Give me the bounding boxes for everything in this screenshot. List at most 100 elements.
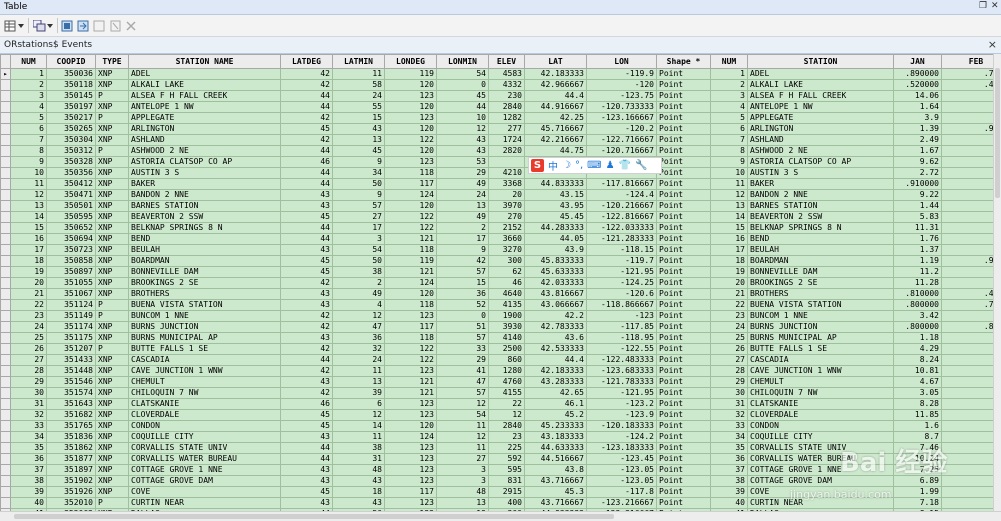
- table-cell[interactable]: 225: [488, 442, 525, 454]
- table-cell[interactable]: 44.05: [524, 233, 587, 245]
- table-cell[interactable]: 119: [384, 68, 437, 80]
- table-cell[interactable]: 33: [436, 343, 489, 355]
- table-cell[interactable]: 42: [280, 79, 333, 91]
- restore-icon[interactable]: ❐: [979, 1, 987, 11]
- table-cell[interactable]: 46: [280, 398, 333, 410]
- table-cell[interactable]: 30: [710, 387, 748, 399]
- table-cell[interactable]: Point: [656, 101, 711, 113]
- table-cell[interactable]: -117.8: [586, 486, 657, 498]
- table-cell[interactable]: Point: [656, 145, 711, 157]
- table-cell[interactable]: CLATSKANIE: [747, 398, 894, 410]
- table-cell[interactable]: 350118: [46, 79, 96, 91]
- table-cell[interactable]: 2: [10, 79, 47, 91]
- table-cell[interactable]: 39: [10, 486, 47, 498]
- table-cell[interactable]: BUTTE FALLS 1 SE: [747, 343, 894, 355]
- table-cell[interactable]: Point: [656, 332, 711, 344]
- table-cell[interactable]: 43: [280, 431, 333, 443]
- table-cell[interactable]: 350694: [46, 233, 96, 245]
- table-cell[interactable]: 20: [710, 277, 748, 289]
- table-cell[interactable]: .910000: [893, 178, 942, 190]
- table-cell[interactable]: 1.: [941, 101, 993, 113]
- table-cell[interactable]: 6.: [941, 398, 993, 410]
- table-cell[interactable]: 860: [488, 354, 525, 366]
- table-cell[interactable]: 18: [332, 486, 385, 498]
- tools-icon[interactable]: 🔧: [635, 160, 647, 171]
- table-cell[interactable]: 351862: [46, 442, 96, 454]
- table-cell[interactable]: 4640: [488, 288, 525, 300]
- table-cell[interactable]: 123: [384, 156, 437, 168]
- table-cell[interactable]: 4140: [488, 332, 525, 344]
- table-cell[interactable]: COVE: [128, 486, 281, 498]
- table-cell[interactable]: 20: [488, 189, 525, 201]
- table-cell[interactable]: .7900: [941, 299, 993, 311]
- table-cell[interactable]: 44.516667: [524, 453, 587, 465]
- table-cell[interactable]: XNP: [95, 464, 129, 476]
- table-cell[interactable]: 25: [10, 332, 47, 344]
- table-cell[interactable]: 4155: [488, 387, 525, 399]
- table-cell[interactable]: 123: [384, 90, 437, 102]
- table-cell[interactable]: BELKNAP SPRINGS 8 N: [128, 222, 281, 234]
- table-cell[interactable]: BARNES STATION: [747, 200, 894, 212]
- table-cell[interactable]: 124: [384, 277, 437, 289]
- table-cell[interactable]: 117: [384, 486, 437, 498]
- table-cell[interactable]: 3.9: [893, 112, 942, 124]
- table-cell[interactable]: XNP: [95, 233, 129, 245]
- table-cell[interactable]: 57: [436, 387, 489, 399]
- table-cell[interactable]: 121: [384, 387, 437, 399]
- table-cell[interactable]: 43.283333: [524, 376, 587, 388]
- table-cell[interactable]: COTTAGE GROVE 1 NNE: [128, 464, 281, 476]
- table-cell[interactable]: ALSEA F H FALL CREEK: [128, 90, 281, 102]
- chevron-down-icon[interactable]: [18, 19, 24, 32]
- horizontal-scroll-thumb[interactable]: [14, 514, 614, 519]
- table-cell[interactable]: 4.: [941, 211, 993, 223]
- table-cell[interactable]: 2: [332, 277, 385, 289]
- table-cell[interactable]: 45: [280, 486, 333, 498]
- table-cell[interactable]: 43.95: [524, 200, 587, 212]
- table-cell[interactable]: 12: [436, 123, 489, 135]
- table-cell[interactable]: 3: [332, 233, 385, 245]
- table-cell[interactable]: 12.: [941, 90, 993, 102]
- table-row[interactable]: 2 350118 XNP ALKALI LAKE 42 58 120 0 4332 42.9666…: [0, 79, 993, 91]
- table-cell[interactable]: 119: [384, 255, 437, 267]
- table-cell[interactable]: -120.733333: [586, 101, 657, 113]
- table-cell[interactable]: BOARDMAN: [128, 255, 281, 267]
- table-cell[interactable]: 120: [384, 200, 437, 212]
- table-cell[interactable]: 350328: [46, 156, 96, 168]
- table-cell[interactable]: 2.: [941, 387, 993, 399]
- table-cell[interactable]: .9100: [941, 255, 993, 267]
- table-row[interactable]: 32 351682 XNP CLOVERDALE 45 12 123 54 12 45.2 -123…: [0, 409, 993, 421]
- table-cell[interactable]: 12: [10, 189, 47, 201]
- table-cell[interactable]: BUENA VISTA STATION: [747, 299, 894, 311]
- table-cell[interactable]: Point: [656, 442, 711, 454]
- table-cell[interactable]: 6.: [941, 354, 993, 366]
- table-options-icon[interactable]: [4, 19, 17, 32]
- table-cell[interactable]: -123.2: [586, 398, 657, 410]
- table-row[interactable]: 7 350304 XNP ASHLAND 42 13 122 43 1724 42.216667-…: [0, 134, 993, 146]
- table-cell[interactable]: ASTORIA CLATSOP CO AP: [747, 156, 894, 168]
- table-cell[interactable]: 277: [488, 123, 525, 135]
- table-cell[interactable]: 35: [710, 442, 748, 454]
- table-cell[interactable]: 46.1: [524, 398, 587, 410]
- table-cell[interactable]: 351207: [46, 343, 96, 355]
- column-header[interactable]: LAT: [524, 54, 587, 69]
- table-cell[interactable]: 1.: [941, 167, 993, 179]
- table-cell[interactable]: 120: [384, 79, 437, 91]
- table-cell[interactable]: P: [95, 343, 129, 355]
- column-header[interactable]: JAN: [893, 54, 942, 69]
- table-cell[interactable]: 6: [710, 123, 748, 135]
- table-cell[interactable]: 123: [384, 464, 437, 476]
- table-cell[interactable]: 29: [436, 167, 489, 179]
- table-cell[interactable]: 8.28: [893, 398, 942, 410]
- table-cell[interactable]: 38: [10, 475, 47, 487]
- table-cell[interactable]: BEND: [128, 233, 281, 245]
- table-cell[interactable]: 4: [10, 101, 47, 113]
- table-cell[interactable]: 11.31: [893, 222, 942, 234]
- table-cell[interactable]: 3970: [488, 200, 525, 212]
- table-cell[interactable]: XNP: [95, 431, 129, 443]
- table-cell[interactable]: 123: [384, 442, 437, 454]
- table-cell[interactable]: 43: [280, 332, 333, 344]
- table-cell[interactable]: 29: [436, 354, 489, 366]
- table-row[interactable]: 25 351175 XNP BURNS MUNICIPAL AP 43 36 118 57 41…: [0, 332, 993, 344]
- column-header[interactable]: LATDEG: [280, 54, 333, 69]
- table-cell[interactable]: ALSEA F H FALL CREEK: [747, 90, 894, 102]
